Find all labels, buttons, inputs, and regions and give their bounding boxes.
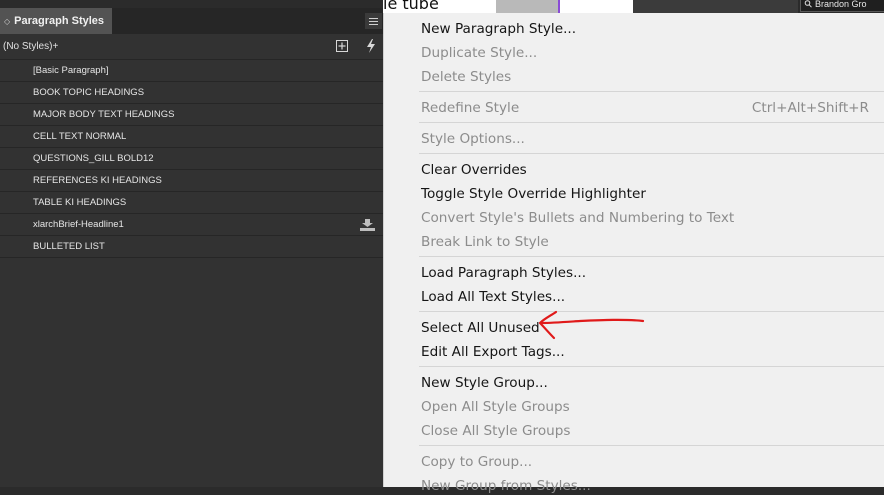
panel-toolbar: (No Styles)+ [0, 34, 383, 59]
menu-item-open-all-style-groups[interactable]: Open All Style Groups [421, 398, 570, 416]
menu-separator [419, 91, 884, 92]
menu-item-copy-to-group[interactable]: Copy to Group... [421, 453, 532, 471]
panel-tab-bar: ◇ Paragraph Styles [0, 8, 383, 34]
panel-context-menu: New Paragraph Style... Duplicate Style..… [383, 13, 884, 494]
list-item[interactable]: MAJOR BODY TEXT HEADINGS [0, 103, 383, 125]
menu-separator [419, 311, 884, 312]
user-name: Brandon Gro [815, 0, 867, 9]
document-text-fragment: le tube [383, 0, 439, 13]
menu-item-new-group-from-styles[interactable]: New Group from Styles... [421, 477, 591, 495]
style-name: REFERENCES KI HEADINGS [33, 175, 162, 186]
list-item[interactable]: QUESTIONS_GILL BOLD12 [0, 147, 383, 169]
menu-item-load-paragraph-styles[interactable]: Load Paragraph Styles... [421, 264, 586, 282]
menu-item-clear-overrides[interactable]: Clear Overrides [421, 161, 527, 179]
menu-item-new-paragraph-style[interactable]: New Paragraph Style... [421, 20, 576, 38]
menu-item-redefine-style[interactable]: Redefine Style [421, 99, 519, 117]
menu-shortcut-redefine-style: Ctrl+Alt+Shift+R [751, 100, 869, 116]
menu-separator [419, 445, 884, 446]
current-style-label: (No Styles)+ [3, 41, 59, 52]
style-list: [Basic Paragraph] BOOK TOPIC HEADINGS MA… [0, 59, 383, 258]
menu-item-convert-bullets[interactable]: Convert Style's Bullets and Numbering to… [421, 209, 734, 227]
tab-expand-icon[interactable]: ◇ [4, 9, 10, 35]
import-icon[interactable] [360, 219, 375, 231]
menu-item-delete-styles[interactable]: Delete Styles [421, 68, 511, 86]
list-item[interactable]: REFERENCES KI HEADINGS [0, 169, 383, 191]
list-item[interactable]: xlarchBrief-Headline1 [0, 213, 383, 235]
menu-separator [419, 256, 884, 257]
menu-item-break-link[interactable]: Break Link to Style [421, 233, 549, 251]
style-name: CELL TEXT NORMAL [33, 131, 127, 142]
menu-item-duplicate-style[interactable]: Duplicate Style... [421, 44, 537, 62]
app-bar-background [633, 0, 798, 13]
style-name: BOOK TOPIC HEADINGS [33, 87, 145, 98]
new-style-icon[interactable] [336, 40, 348, 52]
paragraph-styles-panel: ◇ Paragraph Styles (No Styles)+ [Basic Pa… [0, 8, 383, 487]
style-name: MAJOR BODY TEXT HEADINGS [33, 109, 175, 120]
list-item[interactable]: CELL TEXT NORMAL [0, 125, 383, 147]
list-item[interactable]: TABLE KI HEADINGS [0, 191, 383, 213]
menu-item-new-style-group[interactable]: New Style Group... [421, 374, 548, 392]
user-account-field[interactable]: Brandon Gro [800, 0, 884, 12]
menu-item-style-options[interactable]: Style Options... [421, 130, 525, 148]
menu-separator [419, 366, 884, 367]
menu-separator [419, 122, 884, 123]
menu-item-toggle-override-highlighter[interactable]: Toggle Style Override Highlighter [421, 185, 646, 203]
style-name: BULLETED LIST [33, 241, 105, 252]
menu-separator [419, 153, 884, 154]
list-item[interactable]: BULLETED LIST [0, 235, 383, 258]
menu-item-close-all-style-groups[interactable]: Close All Style Groups [421, 422, 570, 440]
document-gray-block [496, 0, 558, 13]
panel-menu-icon[interactable] [365, 13, 382, 29]
document-canvas-2 [560, 0, 633, 13]
search-icon [804, 0, 812, 8]
style-name: [Basic Paragraph] [33, 65, 109, 76]
list-item[interactable]: BOOK TOPIC HEADINGS [0, 81, 383, 103]
tab-paragraph-styles[interactable]: ◇ Paragraph Styles [0, 8, 112, 34]
red-arrow-annotation [538, 310, 645, 340]
panel-title: Paragraph Styles [14, 15, 105, 27]
style-name: TABLE KI HEADINGS [33, 197, 127, 208]
menu-item-load-all-text-styles[interactable]: Load All Text Styles... [421, 288, 565, 306]
lightning-icon[interactable] [365, 39, 377, 53]
style-name: QUESTIONS_GILL BOLD12 [33, 153, 154, 164]
list-item[interactable]: [Basic Paragraph] [0, 59, 383, 81]
style-name: xlarchBrief-Headline1 [33, 219, 124, 230]
menu-item-select-all-unused[interactable]: Select All Unused [421, 319, 540, 337]
